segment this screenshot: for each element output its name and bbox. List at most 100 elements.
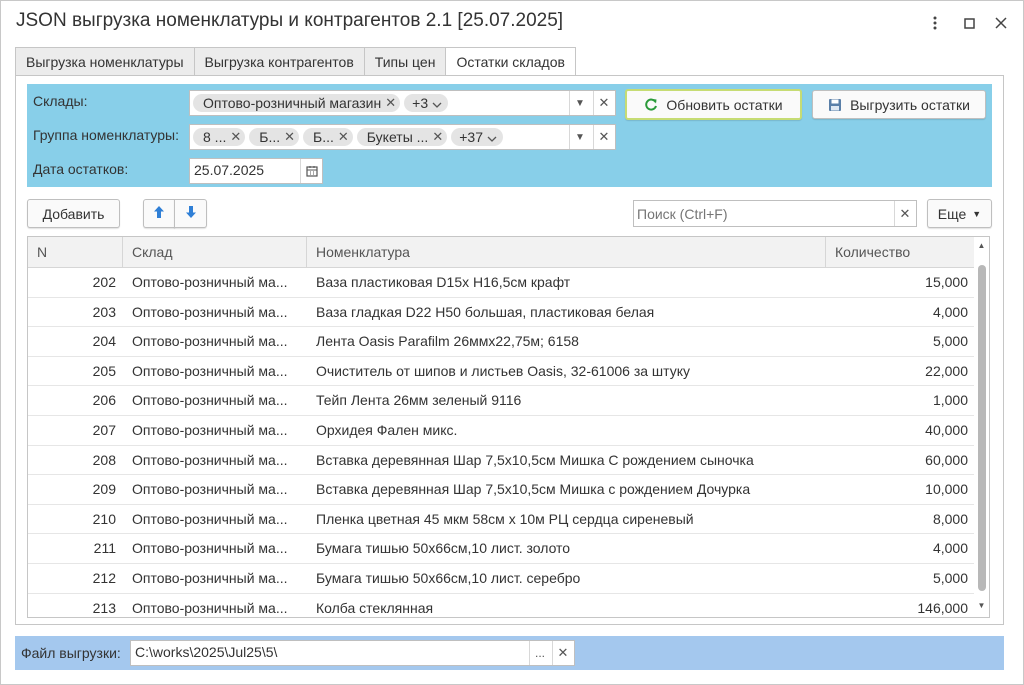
window-title: JSON выгрузка номенклатуры и контрагенто… xyxy=(16,10,564,31)
move-down-button[interactable] xyxy=(174,199,207,228)
scroll-thumb[interactable] xyxy=(978,265,986,591)
table-row[interactable]: 204 Оптово-розничный ма... Лента Oasis Par… xyxy=(28,327,975,357)
group-chip-label: 8 ... xyxy=(203,129,227,145)
date-field[interactable]: 25.07.2025 xyxy=(189,158,323,184)
file-field[interactable]: C:\works\2025\Jul25\5\ ... ✕ xyxy=(130,640,575,666)
cell-quantity: 15,000 xyxy=(925,274,968,290)
chip-remove-icon[interactable]: ✕ xyxy=(338,129,349,145)
search-clear-button[interactable]: ✕ xyxy=(894,201,915,226)
scroll-down-icon[interactable]: ▼ xyxy=(974,599,989,613)
title-bar: JSON выгрузка номенклатуры и контрагенто… xyxy=(1,1,1023,45)
column-header-nomenclature[interactable]: Номенклатура xyxy=(307,237,826,268)
filter-panel: Склады: Оптово-розничный магазин ✕ +3 ▼ xyxy=(27,84,992,187)
table-row[interactable]: 208 Оптово-розничный ма... Вставка деревян… xyxy=(28,446,975,476)
file-browse-button[interactable]: ... xyxy=(529,641,550,665)
cell-nomenclature: Колба стеклянная xyxy=(316,599,434,616)
cell-nomenclature: Бумага тишью 50х66см,10 лист. серебро xyxy=(316,569,581,586)
close-icon[interactable] xyxy=(989,11,1013,35)
main-window: JSON выгрузка номенклатуры и контрагенто… xyxy=(0,0,1024,685)
cell-warehouse: Оптово-розничный ма... xyxy=(132,569,288,586)
tab-warehouse-stock[interactable]: Остатки складов xyxy=(445,47,576,77)
scroll-up-icon[interactable]: ▲ xyxy=(974,239,989,253)
group-more-label: +37 xyxy=(459,129,483,145)
column-header-n[interactable]: N xyxy=(28,237,123,268)
cell-nomenclature: Орхидея Фален микс. xyxy=(316,421,458,438)
warehouses-more-label: +3 xyxy=(412,95,429,111)
refresh-stock-button[interactable]: Обновить остатки xyxy=(625,89,802,120)
tab-contractors-export[interactable]: Выгрузка контрагентов xyxy=(193,47,365,76)
file-path-value: C:\works\2025\Jul25\5\ xyxy=(135,644,278,660)
table-body: 202 Оптово-розничный ма... Ваза пластикова… xyxy=(28,268,975,617)
chip-remove-icon[interactable]: ✕ xyxy=(385,95,396,111)
chip-remove-icon[interactable]: ✕ xyxy=(230,129,241,145)
group-chip[interactable]: 8 ... ✕ xyxy=(193,128,246,146)
cell-n: 206 xyxy=(92,392,116,409)
cell-n: 212 xyxy=(92,569,116,586)
cell-n: 208 xyxy=(92,451,116,468)
date-label: Дата остатков: xyxy=(33,161,129,177)
group-chip[interactable]: Б... ✕ xyxy=(303,128,353,146)
add-button[interactable]: Добавить xyxy=(27,199,120,228)
cell-warehouse: Оптово-розничный ма... xyxy=(132,451,288,468)
chip-remove-icon[interactable]: ✕ xyxy=(284,129,295,145)
cell-quantity: 4,000 xyxy=(932,540,968,557)
table-row[interactable]: 206 Оптово-розничный ма... Тейп Лента 26мм… xyxy=(28,386,975,416)
column-header-quantity[interactable]: Количество xyxy=(826,237,975,268)
warehouses-more-chip[interactable]: +3 xyxy=(404,94,449,112)
stock-table: N Склад Номенклатура Количество 202 Оптов… xyxy=(27,236,990,618)
table-row[interactable]: 212 Оптово-розничный ма... Бумага тишью 50… xyxy=(28,564,975,594)
file-label: Файл выгрузки: xyxy=(21,645,121,661)
cell-n: 203 xyxy=(92,303,116,320)
table-row[interactable]: 205 Оптово-розничный ма... Очиститель от ш… xyxy=(28,357,975,387)
more-button[interactable]: Еще ▼ xyxy=(927,199,992,228)
warehouses-clear-button[interactable]: ✕ xyxy=(593,91,614,115)
table-row[interactable]: 203 Оптово-розничный ма... Ваза гладкая D2… xyxy=(28,298,975,328)
cell-nomenclature: Пленка цветная 45 мкм 58см х 10м РЦ серд… xyxy=(316,510,694,527)
warehouse-chip-label: Оптово-розничный магазин xyxy=(203,95,382,111)
table-row[interactable]: 210 Оптово-розничный ма... Пленка цветная … xyxy=(28,505,975,535)
calendar-icon[interactable] xyxy=(300,159,322,183)
move-up-button[interactable] xyxy=(143,199,175,228)
cell-nomenclature: Очиститель от шипов и листьев Oasis, 32-… xyxy=(316,362,691,379)
caret-down-icon: ▼ xyxy=(972,208,982,219)
table-row[interactable]: 207 Оптово-розничный ма... Орхидея Фален м… xyxy=(28,416,975,446)
column-header-warehouse[interactable]: Склад xyxy=(123,237,307,268)
file-clear-button[interactable]: ✕ xyxy=(552,641,573,665)
cell-quantity: 4,000 xyxy=(932,303,968,320)
chevron-down-icon xyxy=(487,130,497,145)
tab-price-types[interactable]: Типы цен xyxy=(363,47,447,76)
search-input[interactable] xyxy=(634,201,892,226)
cell-warehouse: Оптово-розничный ма... xyxy=(132,303,288,320)
chip-remove-icon[interactable]: ✕ xyxy=(432,129,443,145)
group-dropdown-button[interactable]: ▼ xyxy=(569,125,590,149)
table-row[interactable]: 213 Оптово-розничный ма... Колба стеклянна… xyxy=(28,594,975,617)
tab-panel: Склады: Оптово-розничный магазин ✕ +3 ▼ xyxy=(15,75,1004,625)
export-stock-label: Выгрузить остатки xyxy=(850,96,970,113)
group-chip-label: Букеты ... xyxy=(366,129,429,145)
table-row[interactable]: 202 Оптово-розничный ма... Ваза пластикова… xyxy=(28,268,975,298)
cell-nomenclature: Бумага тишью 50х66см,10 лист. золото xyxy=(316,540,571,557)
cell-quantity: 60,000 xyxy=(925,451,968,468)
table-row[interactable]: 209 Оптово-розничный ма... Вставка деревян… xyxy=(28,475,975,505)
cell-warehouse: Оптово-розничный ма... xyxy=(132,421,288,438)
group-chip[interactable]: Букеты ... ✕ xyxy=(356,128,448,146)
group-clear-button[interactable]: ✕ xyxy=(593,125,614,149)
group-chip[interactable]: Б... ✕ xyxy=(249,128,300,146)
cell-quantity: 40,000 xyxy=(925,421,968,438)
warehouses-field[interactable]: Оптово-розничный магазин ✕ +3 ▼ ✕ xyxy=(189,90,616,116)
group-field[interactable]: 8 ... ✕ Б... ✕ Б... ✕ Букеты ... ✕ +37 ▼… xyxy=(189,124,616,150)
tab-strip: Выгрузка номенклатуры Выгрузка контраген… xyxy=(15,47,576,77)
maximize-icon[interactable] xyxy=(957,11,981,35)
tab-nomenclature-export[interactable]: Выгрузка номенклатуры xyxy=(15,47,195,76)
more-actions-icon[interactable] xyxy=(923,11,947,35)
cell-warehouse: Оптово-розничный ма... xyxy=(132,599,288,616)
search-field[interactable]: ✕ xyxy=(633,200,917,227)
cell-warehouse: Оптово-розничный ма... xyxy=(132,362,288,379)
table-row[interactable]: 211 Оптово-розничный ма... Бумага тишью 50… xyxy=(28,534,975,564)
warehouse-chip[interactable]: Оптово-розничный магазин ✕ xyxy=(193,94,401,112)
group-chip-label: Б... xyxy=(313,129,334,145)
warehouses-dropdown-button[interactable]: ▼ xyxy=(569,91,590,115)
export-stock-button[interactable]: Выгрузить остатки xyxy=(812,90,986,119)
vertical-scrollbar[interactable]: ▲ ▼ xyxy=(974,237,989,617)
group-more-chip[interactable]: +37 xyxy=(451,128,503,146)
